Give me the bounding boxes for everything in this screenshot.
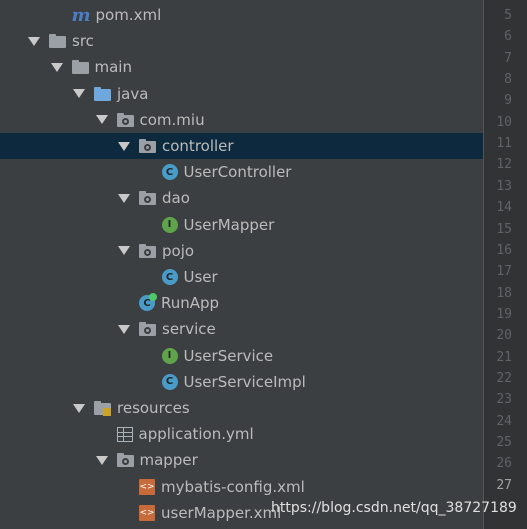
line-number: 5 <box>504 8 512 23</box>
class-icon: C <box>161 164 178 181</box>
line-number: 23 <box>496 392 512 408</box>
line-number: 25 <box>496 435 512 450</box>
maven-icon: m <box>71 4 91 26</box>
tree-item-user[interactable]: C User <box>0 264 483 290</box>
package-icon <box>116 452 135 468</box>
resources-folder-icon <box>94 400 112 416</box>
tree-item-label: pom.xml <box>95 6 162 24</box>
tree-item-usermapper[interactable]: I UserMapper <box>0 212 483 238</box>
tree-item-pojo[interactable]: pojo <box>0 238 483 264</box>
tree-item-usercontroller[interactable]: C UserController <box>0 159 483 185</box>
tree-item-application-yml[interactable]: application.yml <box>0 421 483 447</box>
tree-item-label: userMapper.xml <box>161 503 282 522</box>
line-number: 6 <box>504 29 512 45</box>
runnable-class-icon: C <box>139 293 157 312</box>
expand-arrow-icon[interactable] <box>118 246 130 256</box>
interface-icon: I <box>161 216 178 233</box>
tree-item-label: com.miu <box>139 110 205 129</box>
line-number: 12 <box>496 157 512 173</box>
interface-icon: I <box>161 347 178 364</box>
xml-file-icon: <> <box>139 478 155 495</box>
class-icon: C <box>161 373 178 390</box>
tree-item-label: application.yml <box>138 425 254 444</box>
tree-item-label: User <box>183 268 218 286</box>
tree-item-service[interactable]: service <box>0 316 483 342</box>
expand-arrow-icon[interactable] <box>50 62 63 72</box>
tree-item-userserviceimpl[interactable]: C UserServiceImpl <box>0 369 483 395</box>
line-number: 11 <box>496 136 512 152</box>
line-number: 9 <box>504 93 512 109</box>
tree-item-label: service <box>162 320 216 339</box>
package-icon <box>139 243 157 259</box>
yml-file-icon <box>116 426 133 442</box>
xml-file-icon: <> <box>139 504 155 521</box>
tree-item-label: dao <box>162 189 190 208</box>
tree-item-mapper[interactable]: mapper <box>0 447 483 473</box>
tree-item-resources[interactable]: resources <box>0 395 483 421</box>
tree-item-label: src <box>72 32 94 51</box>
tree-item-label: resources <box>117 399 190 417</box>
package-icon <box>139 138 157 154</box>
tree-item-label: UserController <box>183 163 292 182</box>
line-number: 24 <box>496 413 512 429</box>
tree-item-label: RunApp <box>161 294 220 313</box>
watermark: https://blog.csdn.net/qq_38727189 <box>271 500 517 516</box>
tree-item-runapp[interactable]: C RunApp <box>0 290 483 316</box>
expand-arrow-icon[interactable] <box>118 324 130 334</box>
folder-icon <box>71 59 90 75</box>
tree-item-label: UserService <box>183 346 274 365</box>
tree-item-java[interactable]: java <box>0 81 483 107</box>
line-number: 27 <box>496 477 512 493</box>
class-icon: C <box>161 269 178 285</box>
tree-item-label: UserMapper <box>183 215 275 234</box>
tree-item-controller[interactable]: controller <box>0 133 483 159</box>
line-number: 13 <box>496 178 512 194</box>
tree-item-src[interactable]: src <box>0 28 483 54</box>
project-tree: m pom.xml src main java com.miu controller C Use… <box>0 0 483 529</box>
expand-arrow-icon[interactable] <box>118 141 130 151</box>
package-icon <box>139 190 157 206</box>
tree-item-label: mybatis-config.xml <box>161 477 305 496</box>
expand-arrow-icon[interactable] <box>95 455 108 465</box>
folder-icon <box>49 33 67 49</box>
tree-item-label: controller <box>162 137 234 155</box>
line-number: 22 <box>496 370 512 386</box>
package-icon <box>116 112 135 128</box>
tree-item-label: java <box>117 84 149 103</box>
line-number: 15 <box>496 221 512 237</box>
line-number: 17 <box>496 264 512 280</box>
tree-item-userservice[interactable]: I UserService <box>0 343 483 369</box>
tree-item-label: main <box>94 58 132 77</box>
line-number: 16 <box>496 242 512 258</box>
source-folder-icon <box>94 86 112 102</box>
tree-item-label: UserServiceImpl <box>183 372 306 391</box>
line-number: 10 <box>496 114 512 130</box>
tree-item-pom-xml[interactable]: m pom.xml <box>0 2 483 28</box>
expand-arrow-icon[interactable] <box>73 89 85 99</box>
tree-item-mybatis-config-xml[interactable]: <> mybatis-config.xml <box>0 474 483 500</box>
line-number: 14 <box>496 200 512 216</box>
tree-item-label: mapper <box>139 451 198 470</box>
tree-item-dao[interactable]: dao <box>0 185 483 211</box>
expand-arrow-icon[interactable] <box>28 36 40 46</box>
line-number: 18 <box>496 285 512 301</box>
tree-item-label: pojo <box>162 241 195 260</box>
expand-arrow-icon[interactable] <box>118 193 130 203</box>
line-number: 8 <box>504 72 512 88</box>
line-number: 21 <box>496 349 512 365</box>
line-number-gutter: 5 6 7 8 9 10 11 12 13 14 15 16 17 18 19 20 21 22 23 24 25 26 2… <box>483 0 527 529</box>
line-number: 19 <box>496 306 512 322</box>
package-icon <box>139 321 157 337</box>
line-number: 20 <box>496 328 512 344</box>
expand-arrow-icon[interactable] <box>95 115 108 125</box>
line-number: 7 <box>504 50 512 66</box>
tree-item-com-miu[interactable]: com.miu <box>0 107 483 133</box>
expand-arrow-icon[interactable] <box>73 403 85 413</box>
tree-item-main[interactable]: main <box>0 54 483 80</box>
line-number: 26 <box>496 456 512 472</box>
